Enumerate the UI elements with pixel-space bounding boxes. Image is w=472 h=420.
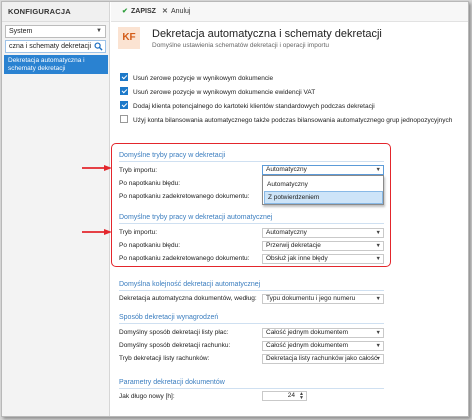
option-remove-zero-vat[interactable]: Usuń zerowe pozycje w wynikowym dokumenc…: [120, 87, 315, 97]
chevron-down-icon: ▼: [375, 330, 381, 336]
search-value: czna i schematy dekretacji: [9, 43, 92, 50]
section-divider: [119, 161, 384, 162]
option-label: Dodaj klienta potencjalnego do kartoteki…: [133, 103, 375, 110]
section-title-salary: Sposób dekretacji wynagrodzeń: [119, 314, 219, 321]
sidebar: KONFIGURACJA System ▼ czna i schematy de…: [2, 2, 110, 416]
cancel-label: Anuluj: [171, 8, 191, 15]
red-arrow-icon: [82, 229, 112, 235]
bills-list-value: Dekretacja listy rachunków jako całość: [266, 355, 378, 362]
bills-label: Domyślny sposób dekretacji rachunku:: [119, 342, 231, 349]
window: KONFIGURACJA System ▼ czna i schematy de…: [1, 1, 469, 417]
page-subtitle: Domyślne ustawienia schematów dekretacji…: [152, 42, 330, 49]
sidebar-item-automatic-posting[interactable]: Dekretacja automatyczna i schematy dekre…: [4, 55, 108, 74]
bills-list-label: Tryb dekretacji listy rachunków:: [119, 355, 210, 362]
auto-import-mode-value: Automatyczny: [266, 229, 307, 236]
auto-error-select[interactable]: Przerwij dekretacje ▼: [262, 241, 384, 251]
section-title-default-modes: Domyślne tryby pracy w dekretacji: [119, 152, 226, 159]
salary-lists-select[interactable]: Całość jednym dokumentem ▼: [262, 328, 384, 338]
close-icon: ✕: [162, 8, 168, 15]
save-label: ZAPISZ: [131, 8, 156, 15]
option-balancing-account[interactable]: Użyj konta bilansowania automatycznego t…: [120, 115, 452, 125]
auto-import-mode-label: Tryb importu:: [119, 229, 158, 236]
order-select[interactable]: Typu dokumentu i jego numeru ▼: [262, 294, 384, 304]
save-button[interactable]: ✔ ZAPISZ: [122, 7, 156, 17]
duration-value: 24: [287, 392, 295, 399]
scope-select-value: System: [9, 28, 33, 35]
bills-select[interactable]: Całość jednym dokumentem ▼: [262, 341, 384, 351]
section-divider: [119, 290, 384, 291]
dropdown-option-highlighted[interactable]: Z potwierdzeniem: [264, 191, 383, 204]
option-label: Usuń zerowe pozycje w wynikowym dokumenc…: [133, 75, 274, 82]
search-icon[interactable]: [94, 42, 103, 51]
chevron-down-icon: ▼: [375, 230, 381, 236]
checkbox-checked-icon[interactable]: [120, 87, 128, 95]
checkbox-checked-icon[interactable]: [120, 101, 128, 109]
page-title: Dekretacja automatyczna i schematy dekre…: [152, 28, 382, 40]
chevron-down-icon: ▼: [375, 356, 381, 362]
red-arrow-icon: [82, 165, 112, 171]
salary-lists-label: Domyślny sposób dekretacji listy płac:: [119, 329, 229, 336]
section-title-order: Domyślna kolejność dekretacji automatycz…: [119, 281, 261, 288]
checkbox-unchecked-icon[interactable]: [120, 115, 128, 123]
bills-value: Całość jednym dokumentem: [266, 342, 349, 349]
checkbox-checked-icon[interactable]: [120, 73, 128, 81]
duration-stepper[interactable]: 24 ▲ ▼: [262, 391, 307, 401]
import-mode-select[interactable]: Automatyczny ▼: [262, 165, 384, 175]
module-badge: KF: [118, 27, 140, 49]
section-title-params: Parametry dekretacji dokumentów: [119, 379, 225, 386]
import-mode-value: Automatyczny: [266, 166, 307, 173]
section-divider: [119, 323, 384, 324]
toolbar: ✔ ZAPISZ ✕ Anuluj: [111, 2, 468, 22]
auto-posted-value: Obsłuż jak inne błędy: [266, 255, 328, 262]
order-value: Typu dokumentu i jego numeru: [266, 295, 356, 302]
chevron-down-icon: ▼: [375, 167, 381, 173]
import-mode-dropdown: Automatyczny Z potwierdzeniem: [262, 175, 384, 205]
cancel-button[interactable]: ✕ Anuluj: [162, 7, 190, 17]
salary-lists-value: Całość jednym dokumentem: [266, 329, 349, 336]
option-add-potential-client[interactable]: Dodaj klienta potencjalnego do kartoteki…: [120, 101, 375, 111]
option-label: Użyj konta bilansowania automatycznego t…: [133, 117, 453, 124]
chevron-down-icon: ▼: [375, 256, 381, 262]
import-mode-label: Tryb importu:: [119, 167, 158, 174]
dropdown-option[interactable]: Automatyczny: [264, 178, 383, 191]
auto-posted-label: Po napotkaniu zadekretowanego dokumentu:: [119, 255, 250, 262]
option-label: Usuń zerowe pozycje w wynikowym dokumenc…: [133, 89, 316, 96]
chevron-down-icon: ▼: [96, 28, 102, 34]
auto-error-label: Po napotkaniu błędu:: [119, 242, 181, 249]
option-remove-zero[interactable]: Usuń zerowe pozycje w wynikowym dokumenc…: [120, 73, 273, 83]
auto-error-value: Przerwij dekretacje: [266, 242, 321, 249]
check-icon: ✔: [122, 8, 128, 15]
auto-import-mode-select[interactable]: Automatyczny ▼: [262, 228, 384, 238]
order-label: Dekretacja automatyczna dokumentów, wedł…: [119, 295, 257, 302]
chevron-down-icon: ▼: [375, 243, 381, 249]
sidebar-title: KONFIGURACJA: [2, 2, 109, 22]
spinner-arrows-icon[interactable]: ▲ ▼: [299, 392, 304, 401]
search-input[interactable]: czna i schematy dekretacji: [5, 40, 106, 53]
chevron-down-icon: ▼: [375, 343, 381, 349]
duration-label: Jak długo nowy [h]:: [119, 393, 175, 400]
section-divider: [119, 223, 384, 224]
chevron-down-icon: ▼: [375, 296, 381, 302]
error-label: Po napotkaniu błędu:: [119, 180, 181, 187]
scope-select[interactable]: System ▼: [5, 25, 106, 38]
bills-list-select[interactable]: Dekretacja listy rachunków jako całość ▼: [262, 354, 384, 364]
section-title-auto-modes: Domyślne tryby pracy w dekretacji automa…: [119, 214, 273, 221]
auto-posted-select[interactable]: Obsłuż jak inne błędy ▼: [262, 254, 384, 264]
posted-document-label: Po napotkaniu zadekretowanego dokumentu:: [119, 193, 250, 200]
section-divider: [119, 388, 384, 389]
